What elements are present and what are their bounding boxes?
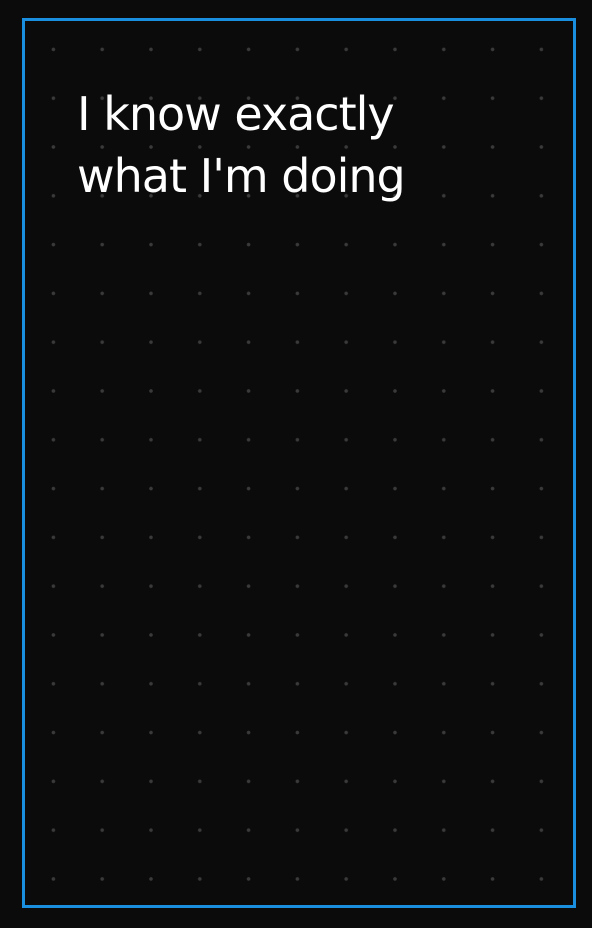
- dotted-card-frame: I know exactly what I'm doing: [22, 18, 576, 908]
- headline-line-1: I know exactly: [77, 87, 395, 141]
- card-headline: I know exactly what I'm doing: [77, 83, 517, 207]
- headline-line-2: what I'm doing: [77, 149, 406, 203]
